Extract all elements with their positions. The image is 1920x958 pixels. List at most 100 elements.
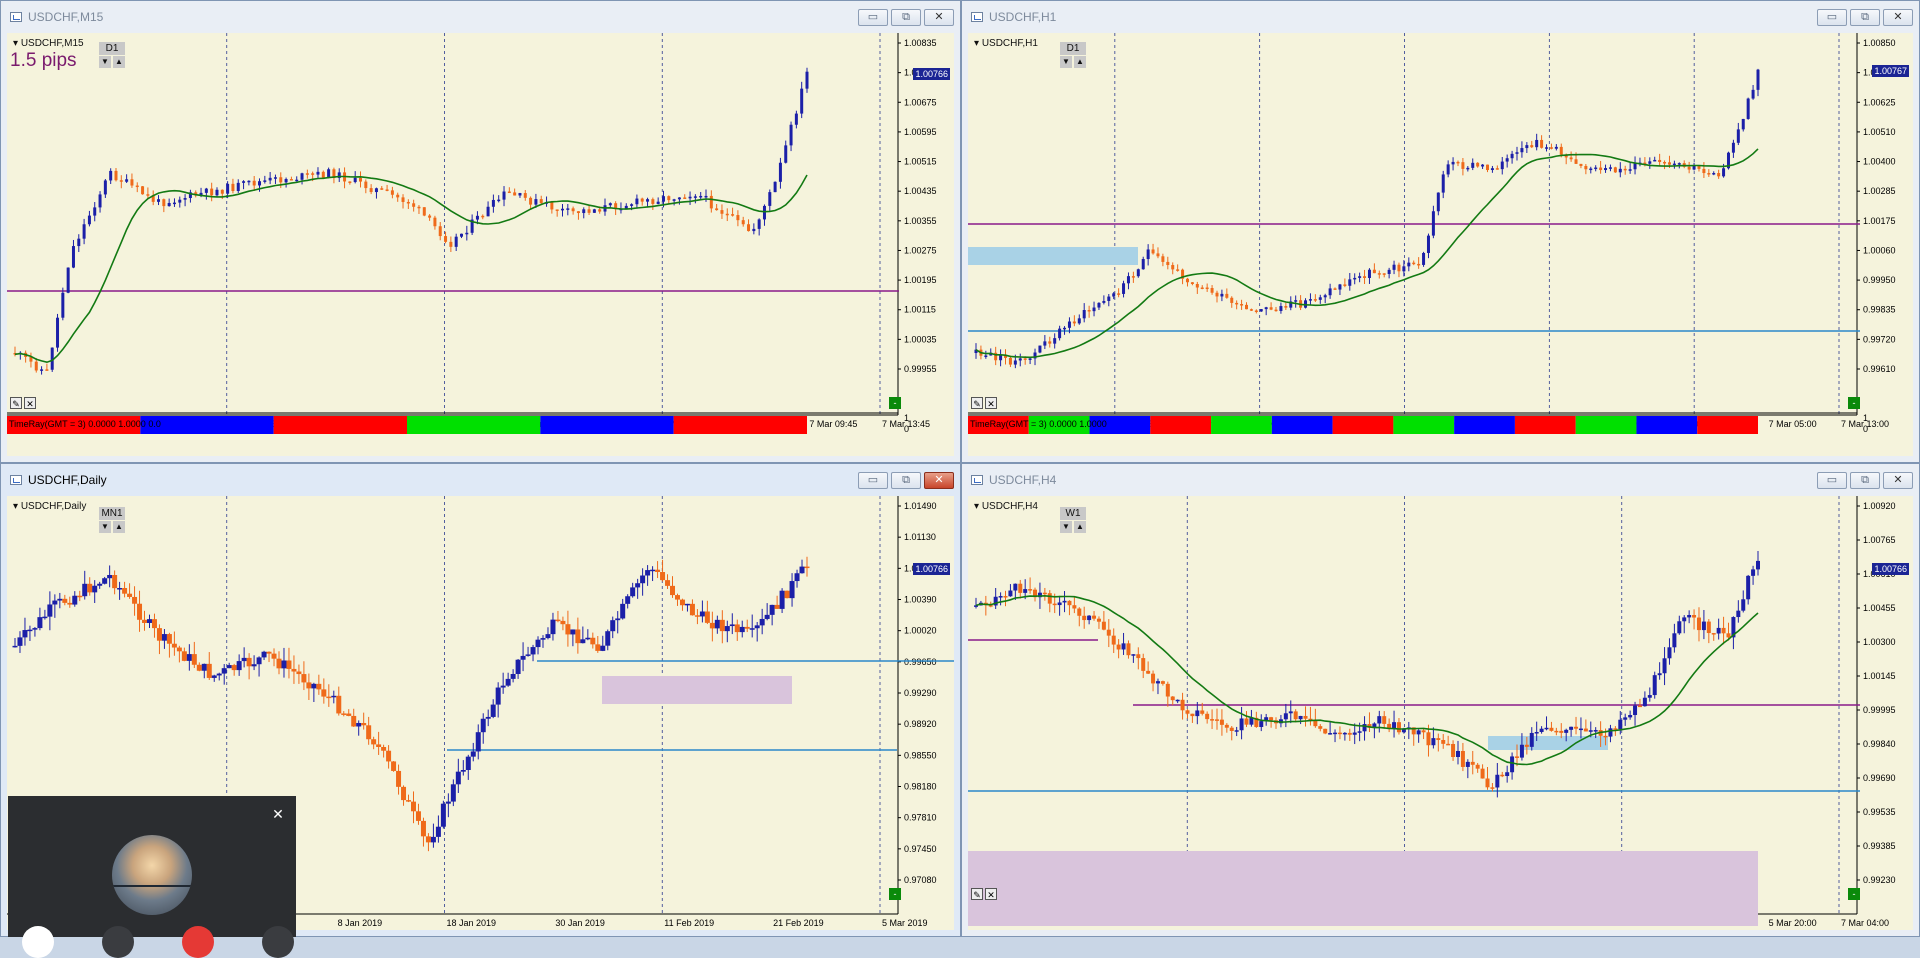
bullish-candle xyxy=(61,292,65,318)
arrow-down-icon[interactable]: ▼ xyxy=(99,521,111,533)
bearish-candle xyxy=(1702,168,1706,174)
more-options-button[interactable] xyxy=(262,926,294,958)
bullish-candle xyxy=(331,695,337,698)
timeframe-switcher[interactable]: D1 ▼ ▲ xyxy=(99,42,125,68)
bearish-candle xyxy=(1003,596,1008,598)
bullish-candle xyxy=(102,578,108,584)
dropdown-arrow-icon[interactable]: ▾ xyxy=(974,38,979,49)
bearish-candle xyxy=(744,626,750,629)
arrow-down-icon[interactable]: ▼ xyxy=(1060,56,1072,68)
restore-button[interactable]: ⧉ xyxy=(1850,9,1880,26)
close-popup-icon[interactable]: ✕ xyxy=(268,804,288,824)
chart-window-h4[interactable]: USDCHF,H4 ▭ ⧉ ✕ 1.009201.007651.006101.0… xyxy=(961,463,1920,937)
hangup-button[interactable] xyxy=(182,926,214,958)
draw-tool-icon[interactable]: ✎ xyxy=(971,397,983,409)
bullish-candle xyxy=(1465,761,1470,767)
remove-tool-icon[interactable]: ✕ xyxy=(985,397,997,409)
dropdown-arrow-icon[interactable]: ▾ xyxy=(13,501,18,512)
symbol-label[interactable]: ▾ USDCHF,H4 xyxy=(974,501,1038,512)
close-button[interactable]: ✕ xyxy=(924,9,954,26)
price-chart[interactable]: 1.009201.007651.006101.004551.003001.001… xyxy=(968,496,1913,930)
collapse-indicator-button[interactable]: - xyxy=(1848,397,1860,409)
close-button[interactable]: ✕ xyxy=(1883,472,1913,489)
arrow-up-icon[interactable]: ▲ xyxy=(1074,521,1086,533)
bearish-candle xyxy=(523,193,527,198)
arrow-down-icon[interactable]: ▼ xyxy=(99,56,111,68)
arrow-down-icon[interactable]: ▼ xyxy=(1060,521,1072,533)
chart-window-h1[interactable]: USDCHF,H1 ▭ ⧉ ✕ 1.008501.007401.006251.0… xyxy=(961,0,1920,463)
close-button[interactable]: ✕ xyxy=(1883,9,1913,26)
bearish-candle xyxy=(1225,293,1229,298)
symbol-label[interactable]: ▾ USDCHF,M15 xyxy=(13,38,84,49)
restore-button[interactable]: ⧉ xyxy=(1850,472,1880,489)
bearish-candle xyxy=(1284,306,1288,308)
bullish-candle xyxy=(1608,167,1612,169)
symbol-label[interactable]: ▾ USDCHF,Daily xyxy=(13,501,86,512)
restore-button[interactable]: ⧉ xyxy=(891,472,921,489)
bullish-candle xyxy=(1653,159,1657,162)
bullish-candle xyxy=(1578,728,1583,731)
collapse-indicator-button[interactable]: - xyxy=(889,888,901,900)
close-button[interactable]: ✕ xyxy=(924,472,954,489)
bearish-candle xyxy=(1667,162,1671,165)
minimize-button[interactable]: ▭ xyxy=(1817,9,1847,26)
price-tick-label: 1.00195 xyxy=(904,275,937,285)
bullish-candle xyxy=(1510,153,1514,159)
bullish-candle xyxy=(1647,695,1652,698)
remove-tool-icon[interactable]: ✕ xyxy=(24,397,36,409)
bearish-candle xyxy=(1476,162,1480,167)
chart-canvas[interactable]: 1.009201.007651.006101.004551.003001.001… xyxy=(968,496,1913,930)
minimize-button[interactable]: ▭ xyxy=(858,472,888,489)
collapse-indicator-button[interactable]: - xyxy=(1848,888,1860,900)
arrow-up-icon[interactable]: ▲ xyxy=(1074,56,1086,68)
bearish-candle xyxy=(296,671,302,675)
bearish-candle xyxy=(119,180,123,182)
chart-window-m15[interactable]: USDCHF,M15 ▭ ⧉ ✕ 1.008351.007551.006751.… xyxy=(0,0,961,463)
remove-tool-icon[interactable]: ✕ xyxy=(985,888,997,900)
window-titlebar[interactable]: USDCHF,M15 ▭ ⧉ ✕ xyxy=(1,1,960,33)
bearish-candle xyxy=(151,619,157,629)
bearish-candle xyxy=(665,580,671,586)
arrow-up-icon[interactable]: ▲ xyxy=(113,521,125,533)
bearish-candle xyxy=(720,210,724,214)
bullish-candle xyxy=(1500,161,1504,170)
price-chart[interactable]: 1.008501.007401.006251.005101.004001.002… xyxy=(968,33,1913,456)
arrow-up-icon[interactable]: ▲ xyxy=(113,56,125,68)
minimize-button[interactable]: ▭ xyxy=(1817,472,1847,489)
draw-tool-icon[interactable]: ✎ xyxy=(10,397,22,409)
mic-button[interactable] xyxy=(22,926,54,958)
collapse-indicator-button[interactable]: - xyxy=(889,397,901,409)
bearish-candle xyxy=(679,599,685,606)
chart-canvas[interactable]: 1.008351.007551.006751.005951.005151.004… xyxy=(7,33,954,456)
price-chart[interactable]: 1.008351.007551.006751.005951.005151.004… xyxy=(7,33,954,456)
minimize-button[interactable]: ▭ xyxy=(858,9,888,26)
bearish-candle xyxy=(1274,309,1278,312)
timeframe-switcher[interactable]: D1 ▼ ▲ xyxy=(1060,42,1086,68)
window-titlebar[interactable]: USDCHF,H4 ▭ ⧉ ✕ xyxy=(962,464,1919,496)
draw-tool-icon[interactable]: ✎ xyxy=(971,888,983,900)
video-call-popup[interactable]: ✕ xyxy=(8,796,296,958)
camera-button[interactable] xyxy=(102,926,134,958)
bearish-candle xyxy=(1131,276,1135,278)
bullish-candle xyxy=(72,595,78,605)
bullish-candle xyxy=(1451,161,1455,165)
bearish-candle xyxy=(390,190,394,195)
dropdown-arrow-icon[interactable]: ▾ xyxy=(974,501,979,512)
bearish-candle xyxy=(1077,608,1082,616)
bullish-candle xyxy=(754,625,760,629)
symbol-label[interactable]: ▾ USDCHF,H1 xyxy=(974,38,1038,49)
bearish-candle xyxy=(560,620,566,625)
timeframe-switcher[interactable]: W1 ▼ ▲ xyxy=(1060,507,1086,533)
window-titlebar[interactable]: USDCHF,Daily ▭ ⧉ ✕ xyxy=(1,464,960,496)
dropdown-arrow-icon[interactable]: ▾ xyxy=(13,38,18,49)
timeframe-switcher[interactable]: MN1 ▼ ▲ xyxy=(99,507,125,533)
time-ray-segment xyxy=(273,416,407,434)
bullish-candle xyxy=(1539,728,1544,733)
chart-canvas[interactable]: 1.008501.007401.006251.005101.004001.002… xyxy=(968,33,1913,456)
restore-button[interactable]: ⧉ xyxy=(891,9,921,26)
bearish-candle xyxy=(1382,716,1387,724)
window-titlebar[interactable]: USDCHF,H1 ▭ ⧉ ✕ xyxy=(962,1,1919,33)
bullish-candle xyxy=(535,639,541,648)
bullish-candle xyxy=(1672,633,1677,648)
bearish-candle xyxy=(1441,739,1446,744)
